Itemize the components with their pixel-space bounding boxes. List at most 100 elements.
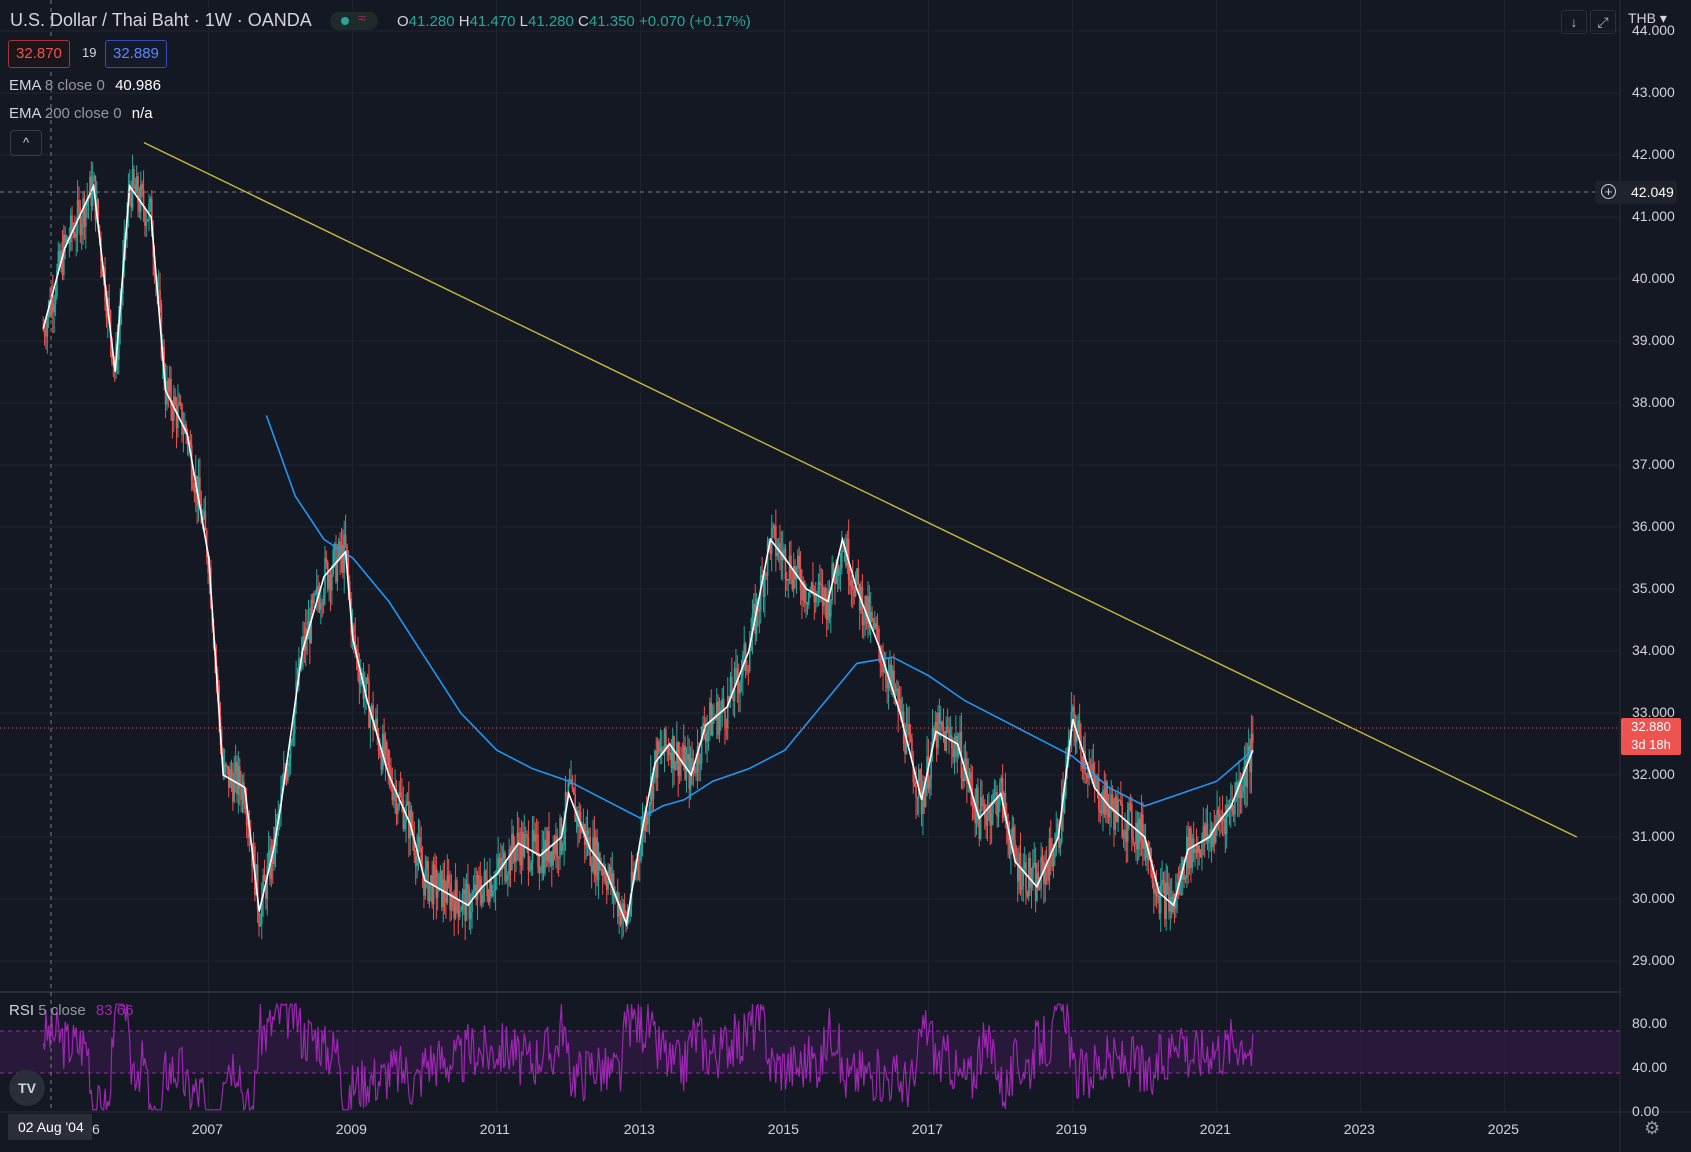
candle-body [880,664,883,666]
candle-body [891,670,894,684]
candle-body [1021,886,1023,890]
candle-body [939,721,942,725]
symbol-title[interactable]: U.S. Dollar / Thai Baht · 1W · OANDA [10,10,312,31]
fullscreen-icon[interactable]: ⤢ [1590,10,1616,34]
candle-body [974,808,976,824]
candle-body [791,579,794,590]
candle-body [419,836,421,848]
ema200-legend[interactable]: EMA 200 close 0 n/a [9,105,153,122]
crosshair-price-label[interactable]: + 42.049 [1595,181,1677,204]
candle-body [841,551,843,568]
candle-body [968,772,971,780]
gear-icon[interactable]: ⚙ [1644,1118,1660,1139]
price-tick-label: 31.000 [1632,828,1675,844]
price-tick-label: 42.000 [1632,146,1675,162]
candle-body [1242,785,1244,792]
candle-body [670,752,673,768]
candle-body [417,836,420,852]
candle-body [707,723,710,731]
sell-button[interactable]: 32.870 [8,40,70,68]
candle-body [498,857,501,864]
candle-body [203,511,205,518]
add-alert-icon[interactable]: + [1601,184,1616,199]
candle-body [589,836,592,866]
candle-body [320,603,322,610]
candle-body [75,233,77,238]
candle-body [1128,803,1130,810]
candle-body [665,729,667,748]
candle-body [1118,800,1121,802]
candle-body [522,832,524,857]
candle-body [487,896,490,903]
candle-body [1184,878,1187,880]
candle-body [982,804,985,806]
candle-body [1122,836,1125,838]
tradingview-logo-icon[interactable]: TV [9,1070,45,1106]
chart-canvas[interactable] [0,0,1691,1152]
candle-body [74,231,76,238]
candle-body [54,295,57,305]
candle-body [916,797,919,799]
candle-body [513,851,516,862]
candle-body [1120,800,1122,805]
ohlc-legend: O41.280 H41.470 L41.280 C41.350 +0.070 (… [397,13,751,30]
time-tick-label: 2025 [1487,1121,1519,1137]
candle-body [1115,796,1118,823]
rsi-legend[interactable]: RSI 5 close 83.66 [9,1002,133,1019]
candle-body [1157,895,1159,897]
interval[interactable]: 1W [205,10,232,30]
candle-body [234,761,237,773]
candle-body [528,869,531,871]
candle-body [318,598,321,610]
market-status-badge[interactable]: ≈ [330,10,378,30]
chart-grid [0,0,1620,1112]
candle-body [428,882,431,901]
price-tick-label: 38.000 [1632,394,1675,410]
candle-body [504,852,506,881]
candle-body [494,874,497,891]
candle-body [915,786,917,798]
candle-body [678,759,681,777]
candle-body [236,761,238,795]
candle-body [1168,886,1170,912]
candle-body [1166,882,1169,887]
candle-body [972,804,975,809]
candle-body [534,834,537,842]
candle-body [823,587,825,606]
candle-body [1133,842,1136,844]
price-tick-label: 29.000 [1632,952,1675,968]
candle-body [1137,818,1140,850]
candle-body [311,599,314,604]
candle-body [321,603,324,605]
candle-body [1126,809,1129,842]
candle-body [506,875,509,880]
candle-body [469,912,472,919]
candle-body [447,875,450,884]
candle-body [379,751,381,756]
candle-body [557,857,560,859]
candle-body [467,883,469,890]
candle-body [332,549,335,574]
candle-body [842,551,844,553]
candle-body [457,900,460,917]
candle-body [850,580,853,586]
download-icon[interactable]: ↓ [1561,10,1587,34]
candle-body [402,799,405,829]
candle-body [726,696,729,728]
candle-body [1117,800,1119,823]
candle-body [797,555,799,568]
rsi-tick-label: 80.00 [1632,1015,1668,1031]
symbol-name[interactable]: U.S. Dollar / Thai Baht [10,10,189,30]
candle-body [425,861,428,869]
ema8-legend[interactable]: EMA 8 close 0 40.986 [9,77,161,94]
collapse-legend-button[interactable]: ^ [10,130,42,156]
time-tick-label: 2013 [623,1121,655,1137]
candle-body [168,378,171,393]
candle-body [144,209,146,226]
candle-body [1025,862,1027,893]
candle-body [178,402,181,405]
buy-button[interactable]: 32.889 [105,40,167,68]
candle-body [193,488,196,494]
candle-body [996,792,998,817]
candle-body [515,847,517,862]
